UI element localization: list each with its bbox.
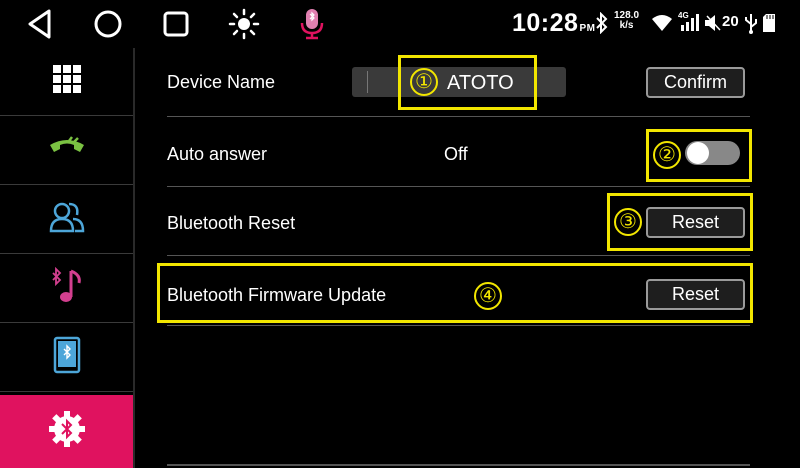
step-marker-4: ④ [474, 282, 502, 310]
signal-label: 4G [678, 11, 689, 20]
bluetooth-settings-panel: Device Name ATOTO ① Confirm Auto answer … [135, 48, 800, 468]
net-speed-unit: k/s [619, 20, 634, 31]
cell-signal-icon: 4G [678, 10, 700, 34]
recent-apps-icon[interactable] [158, 8, 194, 40]
sidebar [0, 48, 133, 468]
auto-answer-label: Auto answer [167, 144, 268, 164]
net-speed: 128.0 k/s [614, 11, 639, 31]
text-cursor [367, 71, 368, 93]
dialpad-icon [52, 64, 82, 99]
step-marker-1: ① [410, 68, 438, 96]
sidebar-item-dialpad[interactable] [0, 48, 133, 116]
contacts-icon [49, 201, 85, 238]
clock: 10:28PM [512, 9, 595, 38]
confirm-button[interactable]: Confirm [646, 67, 745, 98]
sidebar-item-call-log[interactable] [0, 117, 133, 185]
step-marker-2: ② [653, 141, 681, 169]
bottom-divider [167, 464, 750, 466]
phone-bluetooth-icon [53, 336, 81, 379]
sidebar-item-device[interactable] [0, 324, 133, 392]
bluetooth-settings-icon [48, 410, 86, 453]
sidebar-item-bt-music[interactable] [0, 255, 133, 323]
bluetooth-music-icon [49, 266, 85, 310]
auto-answer-status: Off [444, 144, 468, 164]
phone-call-icon [47, 133, 87, 168]
bluetooth-icon [594, 12, 610, 34]
bluetooth-reset-label: Bluetooth Reset [167, 213, 296, 233]
device-name-label: Device Name [167, 72, 276, 92]
home-icon[interactable] [90, 8, 126, 40]
back-icon[interactable] [22, 8, 58, 40]
sidebar-item-bt-settings[interactable] [0, 395, 133, 468]
clock-time: 10:28 [512, 9, 579, 37]
usb-icon [744, 11, 758, 35]
bluetooth-mic-icon[interactable] [294, 8, 330, 40]
status-bar: 10:28PM 128.0 k/s 4G 20 [0, 0, 800, 48]
sd-card-icon [762, 12, 776, 34]
volume-level: 20 [722, 13, 739, 30]
highlight-box-4 [157, 263, 753, 323]
sidebar-item-contacts[interactable] [0, 186, 133, 254]
wifi-icon [651, 13, 673, 33]
volume-icon [704, 13, 722, 33]
step-marker-3: ③ [614, 208, 642, 236]
brightness-icon[interactable] [226, 8, 262, 40]
